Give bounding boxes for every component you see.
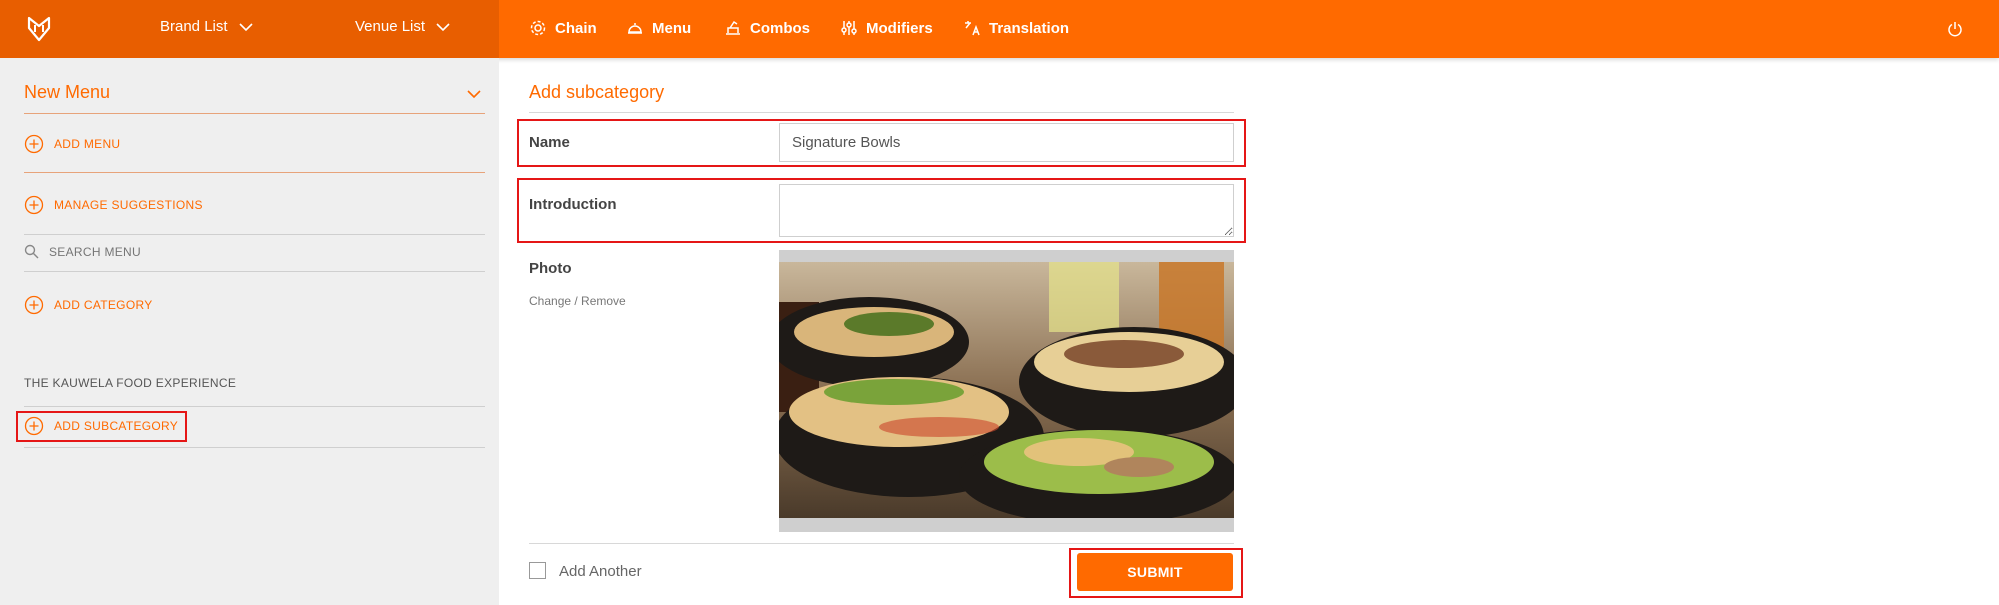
highlight-box — [517, 178, 1246, 243]
search-menu-input[interactable] — [49, 244, 449, 259]
venue-list-label: Venue List — [355, 18, 426, 35]
highlight-box — [16, 411, 187, 442]
nav-modifiers-label: Modifiers — [866, 19, 933, 37]
manage-suggestions-button[interactable]: MANAGE SUGGESTIONS — [24, 195, 203, 215]
chevron-down-icon[interactable] — [466, 86, 482, 102]
brand-list-dropdown[interactable]: Brand List — [160, 18, 254, 35]
nav-translation-label: Translation — [989, 19, 1070, 37]
cloche-icon — [628, 23, 642, 34]
translate-icon — [965, 21, 980, 36]
add-category-button[interactable]: ADD CATEGORY — [24, 295, 153, 315]
divider — [24, 172, 485, 173]
plus-circle-icon — [24, 295, 44, 315]
chevron-down-icon — [436, 22, 450, 31]
sidebar-title: New Menu — [24, 82, 111, 102]
divider — [24, 406, 485, 407]
divider — [529, 112, 1234, 113]
nav-menu[interactable]: Menu — [626, 19, 691, 37]
power-icon[interactable] — [1947, 21, 1963, 37]
divider — [24, 113, 485, 114]
form-title: Add subcategory — [529, 82, 665, 102]
change-remove-photo-link[interactable]: Change / Remove — [529, 294, 626, 308]
nav-chain-label: Chain — [555, 19, 597, 37]
add-menu-label: ADD MENU — [54, 137, 121, 151]
search-menu-field — [24, 244, 449, 259]
highlight-box — [517, 119, 1246, 167]
add-menu-button[interactable]: ADD MENU — [24, 134, 120, 154]
manage-suggestions-label: MANAGE SUGGESTIONS — [54, 198, 203, 212]
chevron-down-icon — [238, 22, 253, 31]
highlight-box — [1069, 548, 1243, 598]
search-icon — [24, 244, 39, 259]
add-another-label: Add Another — [559, 563, 642, 580]
menu-sidebar: New Menu ADD MENU MANAGE SUGGESTIONS ADD… — [0, 58, 499, 605]
photo-label: Photo — [529, 260, 572, 277]
nav-translation[interactable]: Translation — [963, 19, 1069, 37]
add-subcategory-form: Add subcategory Name Introduction Photo … — [499, 58, 1999, 605]
add-another-checkbox[interactable] — [529, 562, 546, 579]
nav-chain[interactable]: Chain — [529, 19, 597, 37]
brand-list-label: Brand List — [160, 18, 228, 35]
plus-circle-icon — [24, 195, 44, 215]
nav-combos[interactable]: Combos — [724, 19, 810, 37]
combo-icon — [726, 20, 740, 35]
gear-icon — [530, 20, 546, 36]
app-logo-icon[interactable] — [26, 16, 52, 42]
divider — [529, 543, 1234, 544]
category-section-title[interactable]: THE KAUWELA FOOD EXPERIENCE — [24, 376, 236, 390]
topbar-left-section: Brand List Venue List — [0, 0, 499, 58]
top-navigation-bar: Brand List Venue List Chain Menu Combos … — [0, 0, 1999, 58]
nav-combos-label: Combos — [750, 19, 810, 37]
divider — [24, 271, 485, 272]
nav-modifiers[interactable]: Modifiers — [840, 19, 933, 37]
photo-preview[interactable] — [779, 250, 1234, 532]
divider — [24, 447, 485, 448]
venue-list-dropdown[interactable]: Venue List — [355, 18, 451, 35]
sliders-icon — [841, 21, 857, 35]
nav-menu-label: Menu — [652, 19, 692, 37]
plus-circle-icon — [24, 134, 44, 154]
add-category-label: ADD CATEGORY — [54, 298, 153, 312]
divider — [24, 234, 485, 235]
food-photo-image — [779, 262, 1234, 518]
